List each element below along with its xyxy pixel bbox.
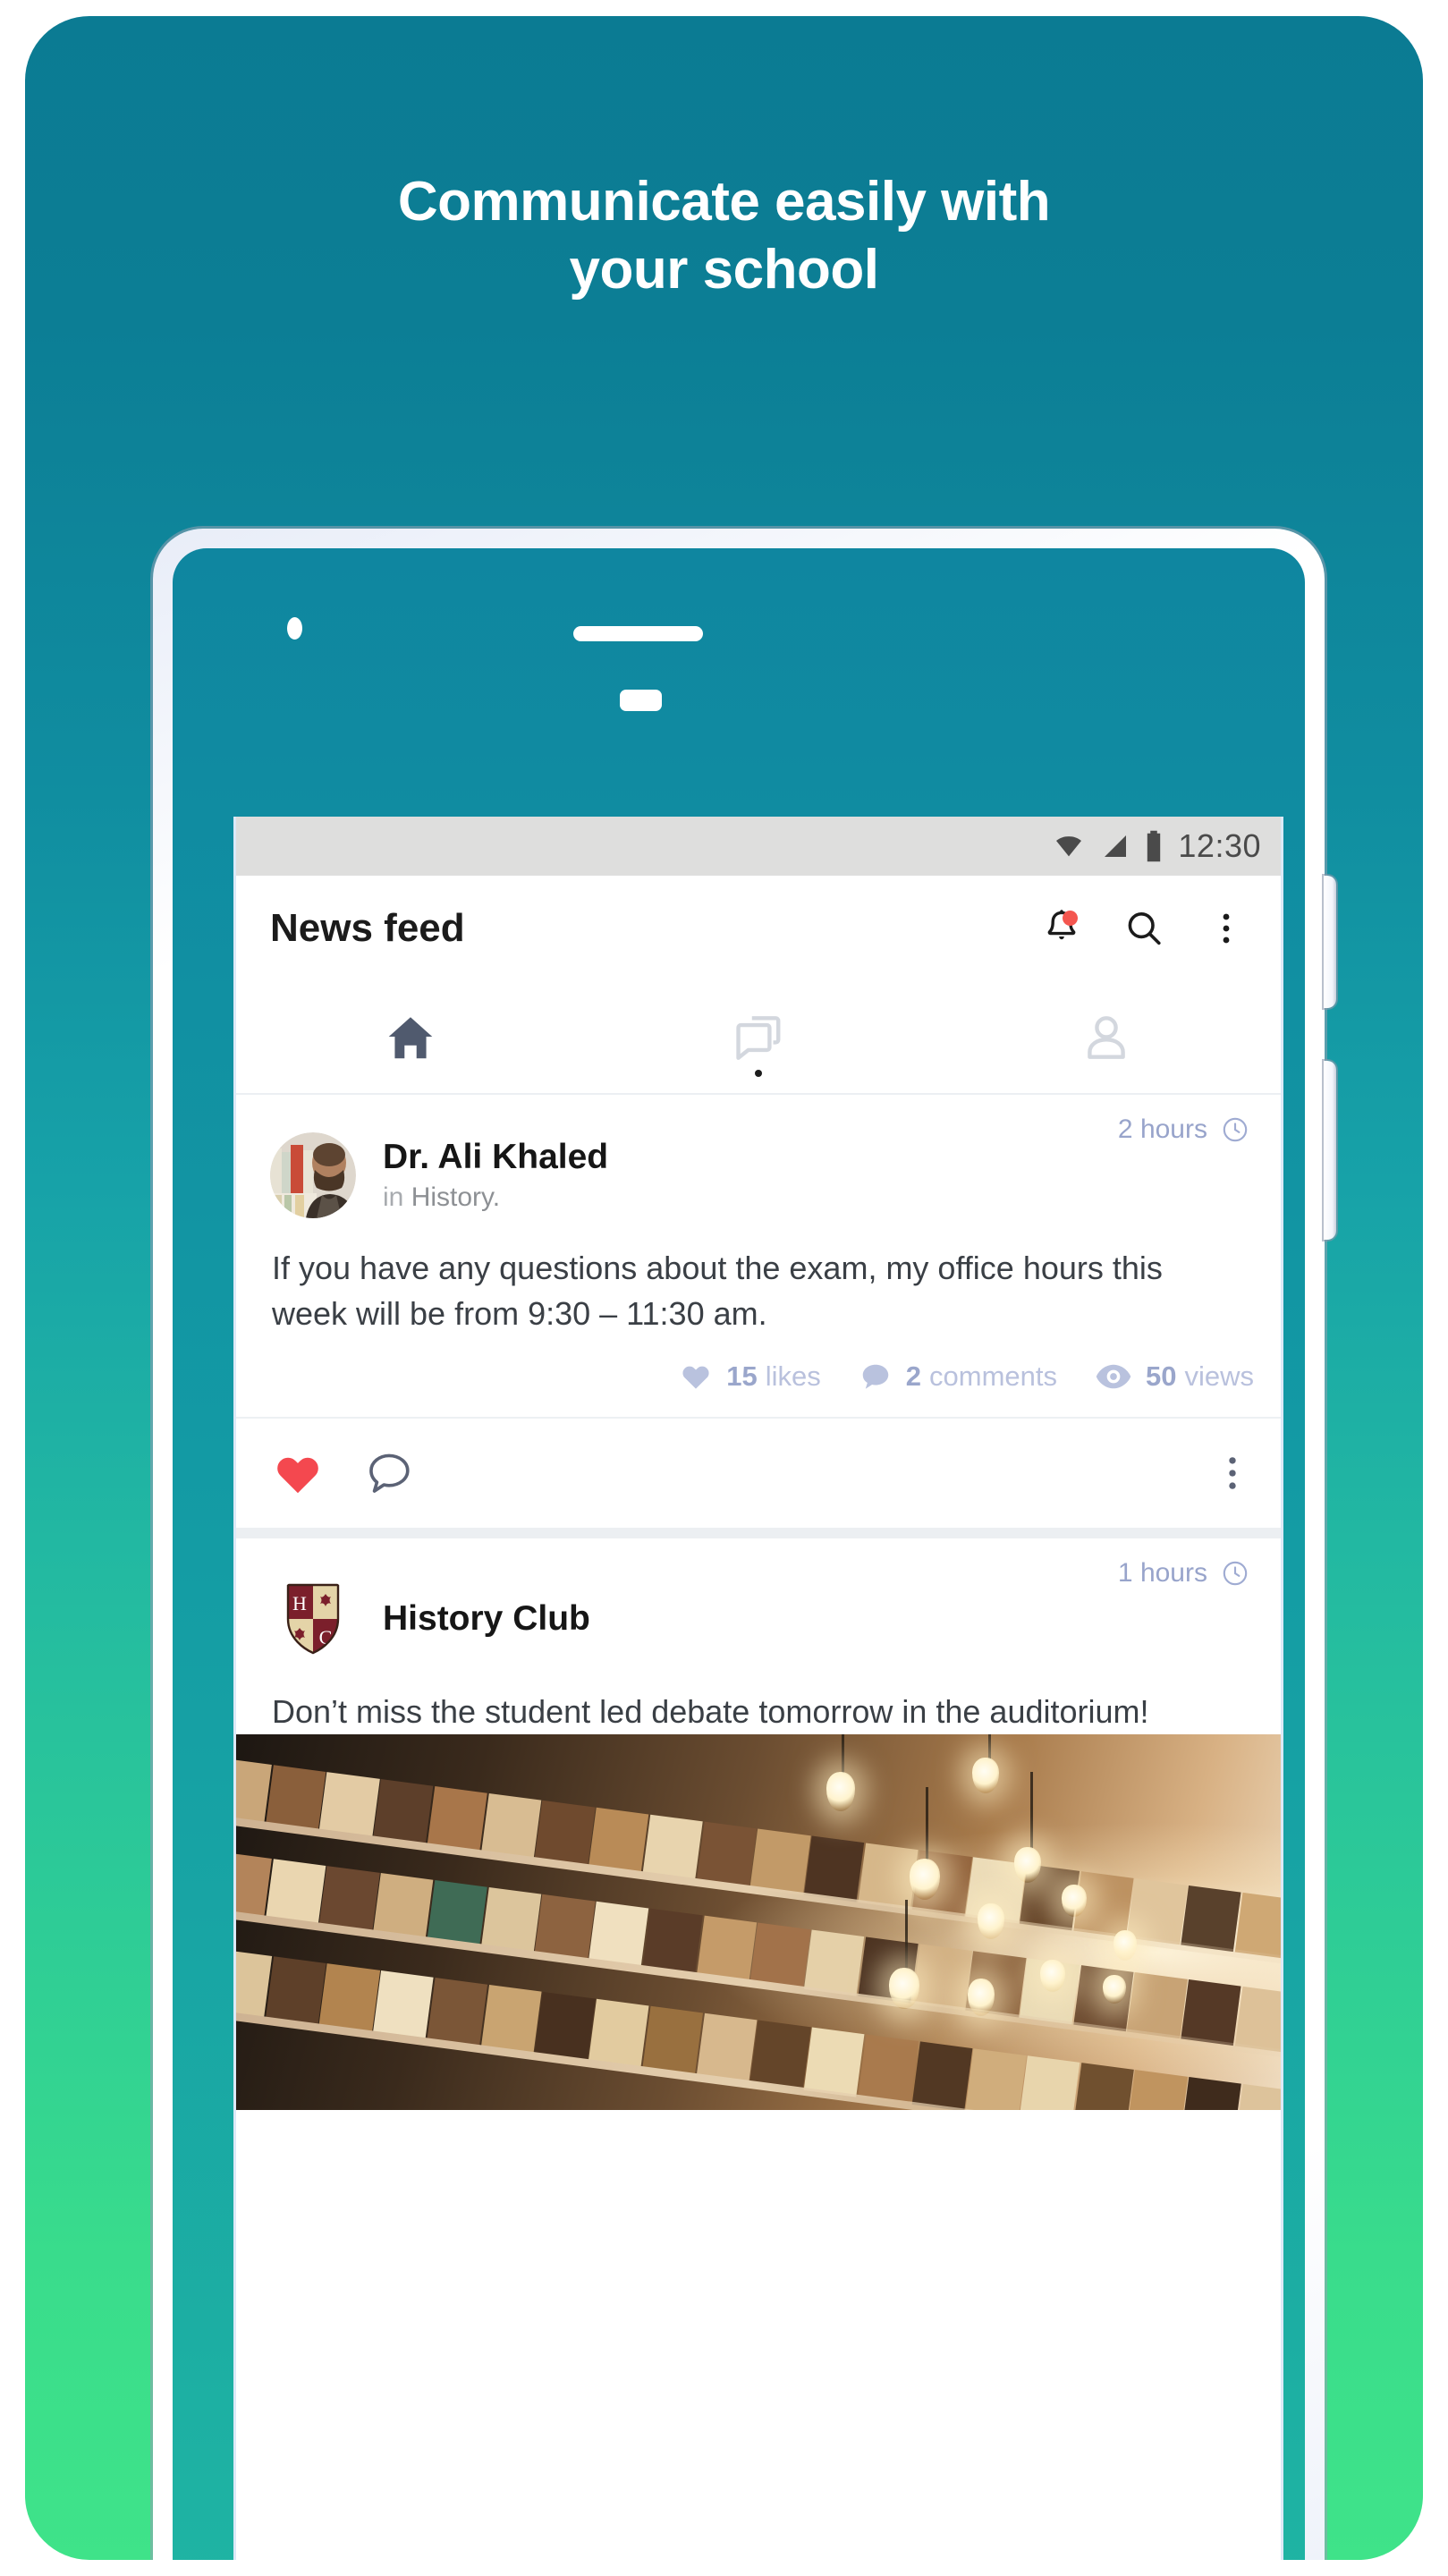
comments-label: comments: [929, 1360, 1057, 1393]
tab-home[interactable]: [236, 981, 584, 1093]
like-button[interactable]: [272, 1447, 324, 1499]
news-feed: 2 hours Dr. Ali Khaled in History. If yo…: [236, 1095, 1281, 2111]
post-stats: 15 likes 2 comments 50 views: [236, 1336, 1281, 1417]
clock-icon: [1220, 1114, 1250, 1145]
tab-messages[interactable]: [584, 981, 932, 1093]
tab-bar: [236, 981, 1281, 1095]
wifi-icon: [1051, 832, 1087, 860]
author-name: Dr. Ali Khaled: [383, 1137, 609, 1176]
phone-mockup: 12:30 News feed 2 hours Dr. Ali Khaled i…: [153, 529, 1336, 2560]
context-prefix: in: [383, 1182, 411, 1213]
post-timestamp: 2 hours: [1117, 1114, 1207, 1144]
status-bar: 12:30: [236, 817, 1281, 876]
comment-outline-icon: [363, 1447, 415, 1499]
volume-button[interactable]: [1324, 876, 1336, 1008]
heart-filled-icon: [272, 1447, 324, 1499]
avatar[interactable]: [270, 1132, 356, 1218]
headline-line-1: Communicate easily with: [397, 171, 1051, 233]
comments-stat[interactable]: 2 comments: [859, 1360, 1057, 1394]
promo-background: Communicate easily with your school 12:3…: [25, 16, 1423, 2560]
author-name: History Club: [383, 1599, 590, 1639]
comment-button[interactable]: [363, 1447, 415, 1499]
speaker-grille-icon: [573, 626, 703, 641]
comment-icon: [859, 1360, 893, 1394]
post-timestamp: 1 hours: [1117, 1558, 1207, 1589]
likes-count: 15: [726, 1360, 758, 1393]
post-divider: [236, 1528, 1281, 1539]
bell-icon[interactable]: [1037, 904, 1086, 953]
post-identity: History Club: [383, 1599, 590, 1639]
headline-line-2: your school: [569, 238, 879, 301]
app-bar: News feed: [236, 876, 1281, 981]
battery-icon: [1144, 830, 1164, 862]
phone-screen: 12:30 News feed 2 hours Dr. Ali Khaled i…: [236, 817, 1281, 2560]
app-title: News feed: [270, 906, 465, 950]
context-group[interactable]: History.: [411, 1182, 500, 1212]
notification-badge: [1063, 911, 1078, 926]
post-header: H C History Club: [236, 1576, 1281, 1663]
person-icon: [1079, 1010, 1134, 1065]
comments-count: 2: [905, 1360, 922, 1393]
post-body: If you have any questions about the exam…: [272, 1250, 1163, 1333]
power-button[interactable]: [1324, 1061, 1336, 1240]
post-identity: Dr. Ali Khaled in History.: [383, 1138, 608, 1214]
post-card: 1 hours H C History Club Don’t miss the …: [236, 1538, 1281, 2111]
more-vertical-icon: [1216, 1450, 1249, 1496]
views-label: views: [1184, 1360, 1254, 1393]
heart-icon: [679, 1360, 713, 1394]
more-vertical-icon[interactable]: [1202, 904, 1250, 953]
status-time: 12:30: [1178, 827, 1261, 864]
likes-label: likes: [765, 1360, 821, 1393]
post-header: Dr. Ali Khaled in History.: [236, 1132, 1281, 1218]
tab-profile[interactable]: [933, 981, 1281, 1093]
camera-icon: [287, 617, 302, 640]
chat-icon: [731, 1010, 786, 1065]
search-icon[interactable]: [1120, 904, 1168, 953]
views-count: 50: [1146, 1360, 1177, 1393]
signal-icon: [1099, 832, 1131, 860]
phone-body: 12:30 News feed 2 hours Dr. Ali Khaled i…: [173, 548, 1305, 2560]
post-overflow-button[interactable]: [1216, 1450, 1249, 1496]
svg-text:H: H: [292, 1592, 307, 1614]
author-context: in History.: [383, 1182, 608, 1213]
post-image[interactable]: [236, 1734, 1281, 2111]
page-title: Communicate easily with your school: [25, 168, 1423, 303]
eye-icon: [1095, 1360, 1132, 1394]
unread-dot: [754, 1070, 762, 1077]
clock-icon: [1220, 1558, 1250, 1589]
likes-stat[interactable]: 15 likes: [679, 1360, 821, 1394]
post-card: 2 hours Dr. Ali Khaled in History. If yo…: [236, 1095, 1281, 1529]
post-body: Don’t miss the student led debate tomorr…: [272, 1693, 1149, 1731]
views-stat: 50 views: [1095, 1360, 1254, 1394]
avatar[interactable]: H C: [270, 1576, 356, 1663]
home-icon: [383, 1010, 438, 1065]
proximity-sensor-icon: [620, 690, 662, 711]
post-actions: [236, 1417, 1281, 1528]
